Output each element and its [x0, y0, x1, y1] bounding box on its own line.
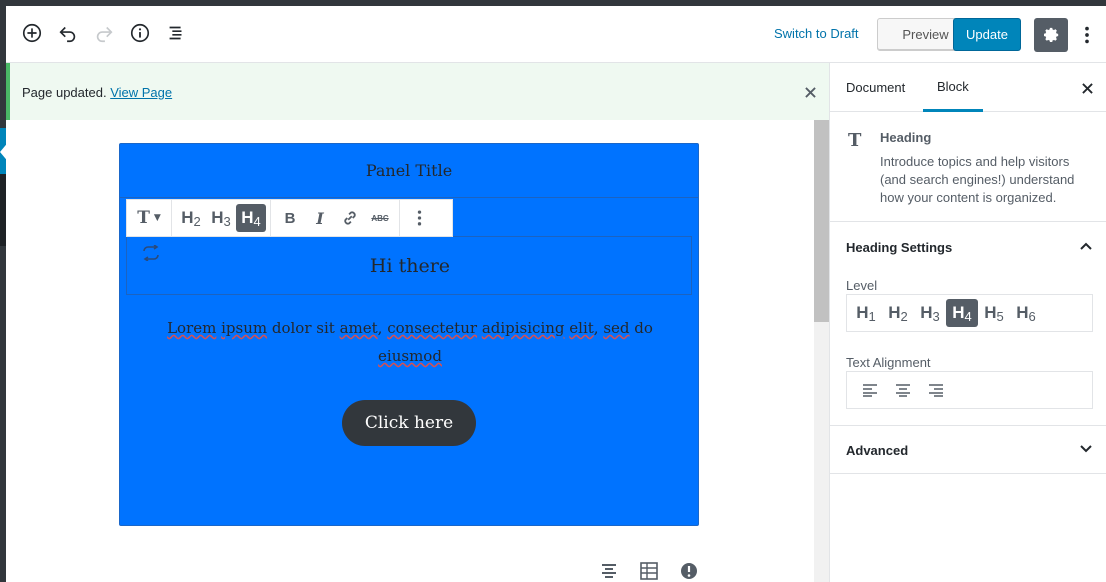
- chevron-down-icon[interactable]: [1078, 441, 1094, 457]
- click-here-button[interactable]: Click here: [342, 400, 476, 446]
- level-toolbar: H1 H2 H3 H4 H5 H6: [846, 294, 1093, 332]
- redo-icon[interactable]: [89, 18, 119, 48]
- format-group: B I ABC: [271, 200, 400, 236]
- block-card: T Heading Introduce topics and help visi…: [830, 112, 1106, 222]
- add-block-icon[interactable]: [17, 18, 47, 48]
- success-notice: Page updated. View Page: [6, 63, 829, 120]
- info-icon[interactable]: [125, 18, 155, 48]
- settings-sidebar: Document Block T Heading Introduce topic…: [829, 63, 1106, 582]
- link-icon[interactable]: [335, 204, 365, 232]
- level-6-button[interactable]: H6: [1010, 299, 1042, 327]
- notice-message: Page updated. View Page: [22, 85, 172, 100]
- heading-4-button[interactable]: H4: [236, 204, 266, 232]
- align-left-icon[interactable]: [853, 376, 886, 404]
- align-right-icon[interactable]: [919, 376, 952, 404]
- scrollbar-thumb[interactable]: [814, 120, 829, 322]
- view-page-link[interactable]: View Page: [110, 85, 172, 100]
- settings-gear-icon[interactable]: [1034, 18, 1068, 52]
- advanced-panel[interactable]: Advanced: [830, 426, 1106, 474]
- sidebar-tabs: Document Block: [830, 63, 1106, 112]
- align-center-icon[interactable]: [598, 560, 620, 582]
- level-5-button[interactable]: H5: [978, 299, 1010, 327]
- bold-icon[interactable]: B: [275, 204, 305, 232]
- panel-title[interactable]: Panel Title: [120, 144, 698, 198]
- table-icon[interactable]: [638, 560, 660, 582]
- more-options-group: [400, 200, 438, 236]
- heading-settings-title[interactable]: Heading Settings: [846, 240, 952, 255]
- text-alignment-label: Text Alignment: [846, 355, 931, 370]
- heading-block[interactable]: Hi there: [126, 236, 692, 295]
- block-inserter-shortcuts: [596, 560, 716, 582]
- heading-settings-panel: Heading Settings Level H1 H2 H3 H4 H5 H6…: [830, 222, 1106, 426]
- heading-level-group: H2 H3 H4: [172, 200, 271, 236]
- more-menu-icon[interactable]: [1076, 18, 1098, 52]
- editor-canvas: Panel Title Hi there T ▼ H2 H3 H4 B I AB…: [6, 120, 814, 582]
- strikethrough-icon[interactable]: ABC: [365, 204, 395, 232]
- heading-2-button[interactable]: H2: [176, 204, 206, 232]
- advanced-title[interactable]: Advanced: [846, 443, 908, 458]
- block-type-icon[interactable]: T ▼: [131, 204, 167, 232]
- warning-icon[interactable]: [678, 560, 700, 582]
- update-button[interactable]: Update: [953, 18, 1021, 51]
- panel-block[interactable]: Panel Title Hi there T ▼ H2 H3 H4 B I AB…: [119, 143, 699, 526]
- editor-header: Switch to Draft Preview Update: [6, 6, 1106, 63]
- switch-to-draft-link[interactable]: Switch to Draft: [774, 26, 859, 41]
- alignment-toolbar: [846, 371, 1093, 409]
- heading-text[interactable]: Hi there: [127, 237, 693, 294]
- block-navigation-icon[interactable]: [161, 18, 191, 48]
- editor-page: Switch to Draft Preview Update Page upda…: [0, 0, 1106, 582]
- undo-icon[interactable]: [53, 18, 83, 48]
- level-3-button[interactable]: H3: [914, 299, 946, 327]
- level-1-button[interactable]: H1: [850, 299, 882, 327]
- chevron-up-icon[interactable]: [1078, 238, 1094, 254]
- level-label: Level: [846, 278, 878, 293]
- level-2-button[interactable]: H2: [882, 299, 914, 327]
- block-toolbar: T ▼ H2 H3 H4 B I ABC: [126, 199, 453, 237]
- tab-block[interactable]: Block: [923, 63, 983, 112]
- italic-icon[interactable]: I: [305, 204, 335, 232]
- more-options-icon[interactable]: [404, 204, 434, 232]
- heading-3-button[interactable]: H3: [206, 204, 236, 232]
- tab-document[interactable]: Document: [846, 63, 905, 112]
- editor-scrollbar[interactable]: [814, 120, 829, 582]
- heading-block-icon: T: [848, 130, 862, 151]
- paragraph-block[interactable]: Lorem ipsum dolor sit amet, consectetur …: [160, 314, 660, 370]
- block-switcher[interactable]: T ▼: [127, 200, 172, 236]
- level-4-button[interactable]: H4: [946, 299, 978, 327]
- block-card-title: Heading: [880, 130, 932, 145]
- close-sidebar-icon[interactable]: [1077, 78, 1097, 98]
- align-center-icon[interactable]: [886, 376, 919, 404]
- block-card-description: Introduce topics and help visitors (and …: [880, 154, 1075, 205]
- notice-text: Page updated.: [22, 85, 107, 100]
- notice-close-icon[interactable]: [800, 82, 820, 102]
